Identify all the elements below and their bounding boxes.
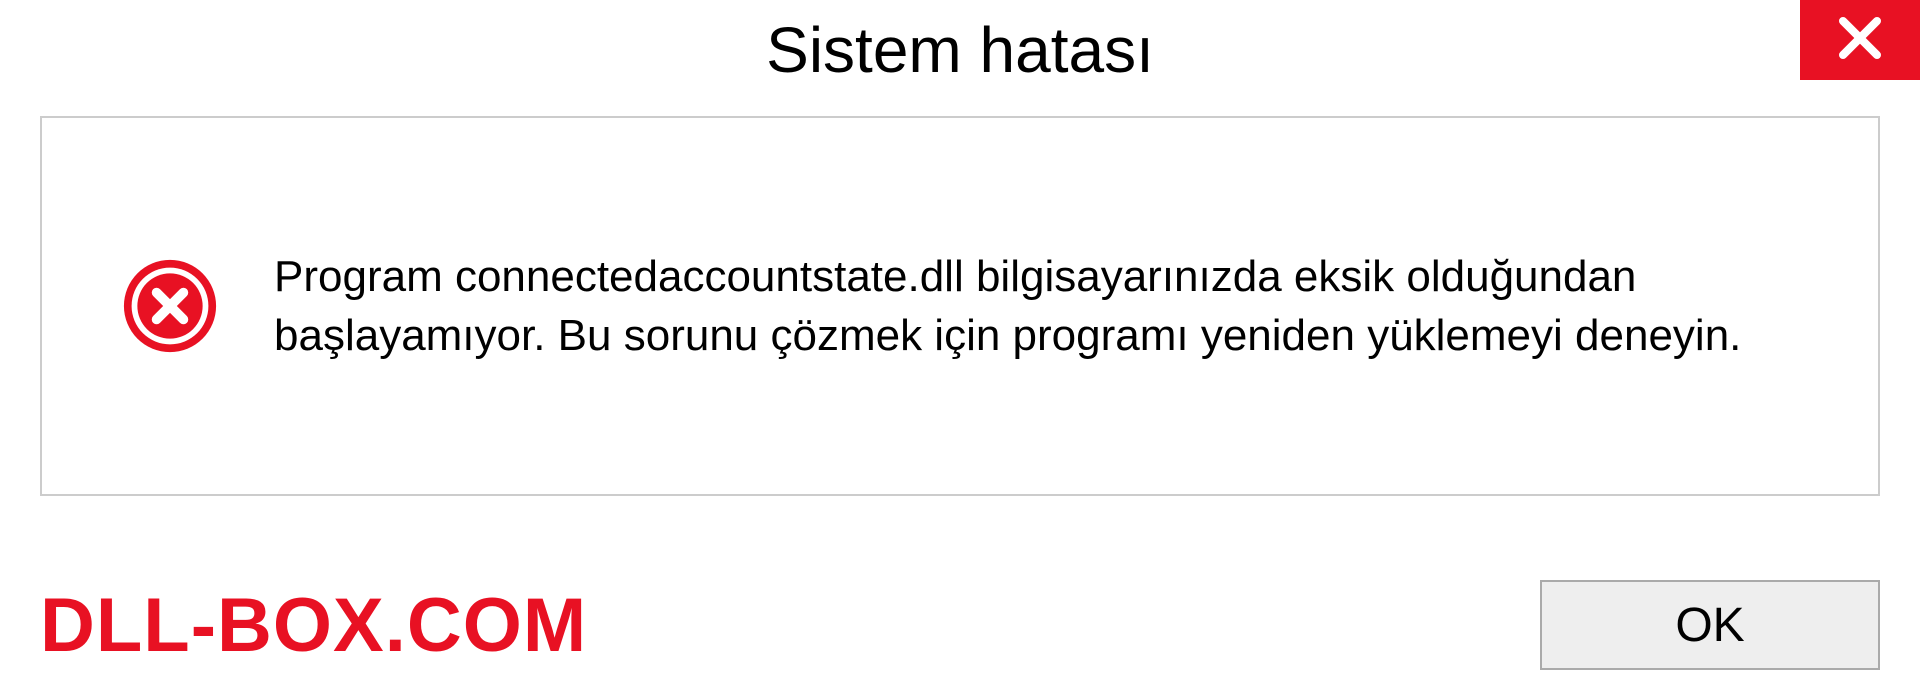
title-bar: Sistem hatası	[0, 0, 1920, 100]
error-icon	[122, 258, 218, 354]
watermark-label: DLL-BOX.COM	[40, 582, 587, 669]
window-title: Sistem hatası	[766, 13, 1154, 87]
error-message: Program connectedaccountstate.dll bilgis…	[274, 247, 1798, 366]
ok-button[interactable]: OK	[1540, 580, 1880, 670]
close-icon	[1835, 13, 1885, 68]
message-panel: Program connectedaccountstate.dll bilgis…	[40, 116, 1880, 496]
close-button[interactable]	[1800, 0, 1920, 80]
footer: DLL-BOX.COM OK	[40, 580, 1880, 670]
